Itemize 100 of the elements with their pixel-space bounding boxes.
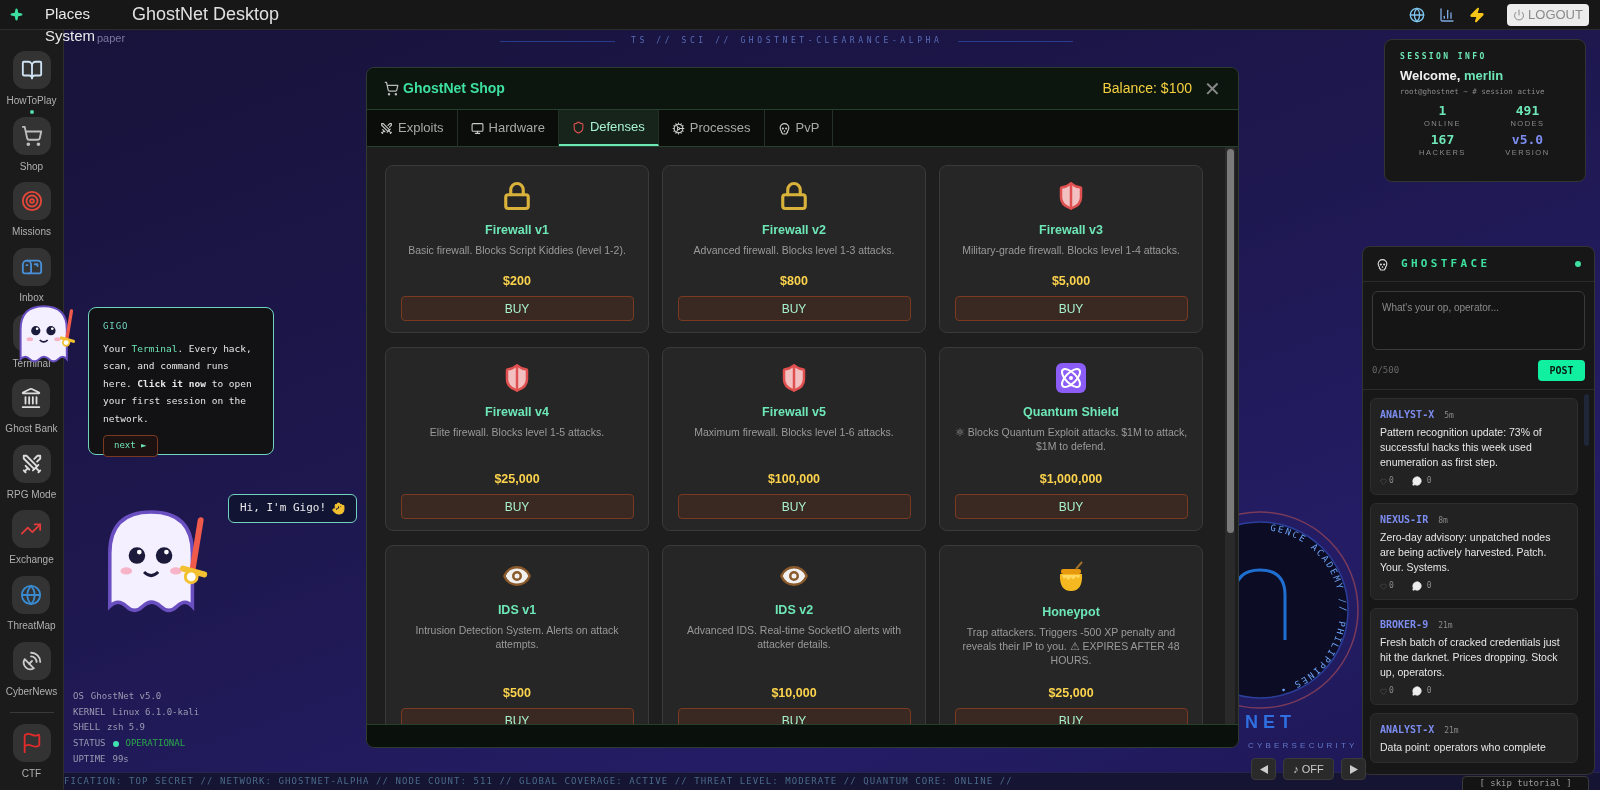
post-input-field[interactable]: What's your op, operator... <box>1372 291 1585 350</box>
post-author: ANALYST-X <box>1380 723 1435 737</box>
next-button[interactable]: next ► <box>103 435 158 457</box>
info-value: zsh 5.9 <box>107 721 146 735</box>
product-description: Advanced IDS. Real-time SocketIO alerts with attacker details. <box>685 622 903 651</box>
info-value: Linux 6.1.0-kali <box>112 705 200 719</box>
product-price: $800 <box>780 273 808 291</box>
info-value: 99s <box>112 752 129 766</box>
comment-count: 0 <box>1426 475 1432 487</box>
info-value: OPERATIONAL <box>125 737 186 751</box>
dock-app-label: Ghost Bank <box>5 422 58 437</box>
dock-app-label: CyberNews <box>5 684 58 699</box>
product-name: IDS v1 <box>497 602 537 619</box>
post-author: BROKER-9 <box>1380 618 1429 632</box>
product-price: $10,000 <box>771 685 817 703</box>
post-time: 21m <box>1444 725 1459 737</box>
product-price: $25,000 <box>1048 685 1094 703</box>
ticker-text: FICATION: TOP SECRET // NETWORK: GHOSTNET-ALPHA // NODE COUNT: 511 // GLOBAL COVERAGE: ACTIVE // THREAT LEVEL: MODERATE // QUANTUM CORE: ONLINE // <box>64 774 1013 788</box>
category-tab[interactable]: Defenses <box>558 110 659 146</box>
shop-title: GhostNet Shop <box>403 79 505 98</box>
buy-button[interactable]: BUY <box>400 296 634 321</box>
dock-app-label: Missions <box>12 225 51 240</box>
buy-button[interactable]: BUY <box>954 708 1188 724</box>
music-toggle-button[interactable]: ♪ OFF <box>1283 758 1334 780</box>
product-name: Quantum Shield <box>1023 404 1119 421</box>
speaker-name: GIGO <box>103 320 130 333</box>
buy-button[interactable]: BUY <box>400 708 634 724</box>
post-time: 5m <box>1444 410 1454 422</box>
dock-app-label: Terminal <box>12 356 51 371</box>
dock-app-label: HowToPlay <box>6 94 57 108</box>
buy-button[interactable]: BUY <box>400 494 634 519</box>
product-description: Maximum firewall. Blocks level 1-6 attacks. <box>694 424 894 439</box>
product-price: $1,000,000 <box>1039 471 1103 489</box>
dock-app-label: RPG Mode <box>6 487 57 502</box>
emblem-subtitle: CYBERSECURITY <box>1248 740 1358 752</box>
info-value: GhostNet v5.0 <box>90 690 162 703</box>
like-count: 0 <box>1389 685 1394 697</box>
info-key: SHELL <box>73 720 101 737</box>
like-count: 0 <box>1389 580 1394 592</box>
post-time: 8m <box>1438 515 1448 527</box>
product-description: Advanced firewall. Blocks level 1-3 attacks. <box>693 242 895 257</box>
product-name: Firewall v3 <box>1039 222 1103 239</box>
dock-app-label: Exchange <box>9 553 54 568</box>
product-price: $5,000 <box>1051 273 1091 291</box>
stat-value: 1 <box>1438 102 1447 118</box>
product-price: $200 <box>503 273 531 291</box>
post-body: Data point: operators who complete <box>1380 740 1547 755</box>
buy-button[interactable]: BUY <box>677 296 911 321</box>
buy-button[interactable]: BUY <box>677 708 911 724</box>
post-author: NEXUS-IR <box>1380 513 1429 527</box>
product-price: $500 <box>503 685 531 703</box>
info-key: OS <box>73 689 84 705</box>
like-count: 0 <box>1389 475 1394 487</box>
post-body: Pattern recognition update: 73% of successful hacks this week used enumeration as first step. <box>1380 425 1543 470</box>
comment-count: 0 <box>1426 580 1432 592</box>
menu-item[interactable]: System <box>45 27 95 45</box>
welcome-text: Welcome, merlin <box>1400 67 1505 85</box>
post-body: Zero-day advisory: unpatched nodes are being actively harvested. Patch. Your. Systems. <box>1380 530 1552 575</box>
menu-item[interactable]: Places <box>45 3 91 26</box>
product-name: IDS v2 <box>774 602 814 619</box>
info-key: STATUS <box>73 736 106 752</box>
wallpaper-label: paper <box>97 32 126 45</box>
category-tab[interactable]: PvP <box>764 110 834 146</box>
window-title: GhostNet Desktop <box>132 3 280 26</box>
product-name: Firewall v5 <box>762 404 826 421</box>
stat-value: v5.0 <box>1511 132 1544 147</box>
product-price: $100,000 <box>767 471 821 489</box>
product-name: Firewall v4 <box>485 404 549 421</box>
buy-button[interactable]: BUY <box>954 296 1188 321</box>
post-button[interactable]: POST <box>1538 360 1585 381</box>
product-description: Elite firewall. Blocks level 1-5 attacks. <box>429 424 605 439</box>
dock-app-label: Inbox <box>19 290 44 305</box>
panel-title: GHOSTFACE <box>1401 255 1491 272</box>
product-description: Basic firewall. Blocks Script Kiddies (level 1-2). <box>408 242 626 257</box>
category-tab[interactable]: Processes <box>658 110 765 146</box>
comment-count: 0 <box>1426 685 1432 697</box>
product-description: Intrusion Detection System. Alerts on attack attempts. <box>414 622 620 651</box>
session-heading: SESSION INFO <box>1400 51 1488 63</box>
dock-app-label: ThreatMap <box>7 619 56 634</box>
buy-button[interactable]: BUY <box>954 494 1188 519</box>
stat-value: 491 <box>1515 102 1540 118</box>
skip-tutorial-button[interactable]: [ skip tutorial ] <box>1462 776 1589 790</box>
post-time: 21m <box>1438 620 1453 632</box>
character-counter: 0/500 <box>1372 363 1400 377</box>
info-key: UPTIME <box>73 751 106 768</box>
category-tab[interactable]: Exploits <box>367 110 458 146</box>
greeting-text: Hi, I'm Gigo! <box>240 500 327 517</box>
product-description: ⚛ Blocks Quantum Exploit attacks. $1M to attack, $1M to defend. <box>953 424 1189 453</box>
close-button[interactable]: ✕ <box>1204 78 1221 99</box>
product-description: Trap attackers. Triggers -500 XP penalty and reveals their IP to you. ⚠ EXPIRES AFTER 48 HOURS. <box>961 624 1181 667</box>
product-name: Honeypot <box>1042 604 1100 621</box>
product-description: Military-grade firewall. Blocks level 1-4 attacks. <box>962 242 1180 257</box>
post-body: Fresh batch of cracked credentials just hit the darknet. Prices dropping. Stock up, operators. <box>1380 635 1561 680</box>
balance-text: Balance: $100 <box>1102 79 1192 98</box>
post-author: ANALYST-X <box>1380 408 1435 422</box>
stat-value: 167 <box>1430 132 1455 147</box>
buy-button[interactable]: BUY <box>677 494 911 519</box>
category-tab[interactable]: Hardware <box>457 110 559 146</box>
dock-app-label: CTF <box>21 767 42 782</box>
tutorial-message: Your Terminal. Every hack, scan, and command runs here. Click it now to open your first session on the network. <box>103 341 253 426</box>
